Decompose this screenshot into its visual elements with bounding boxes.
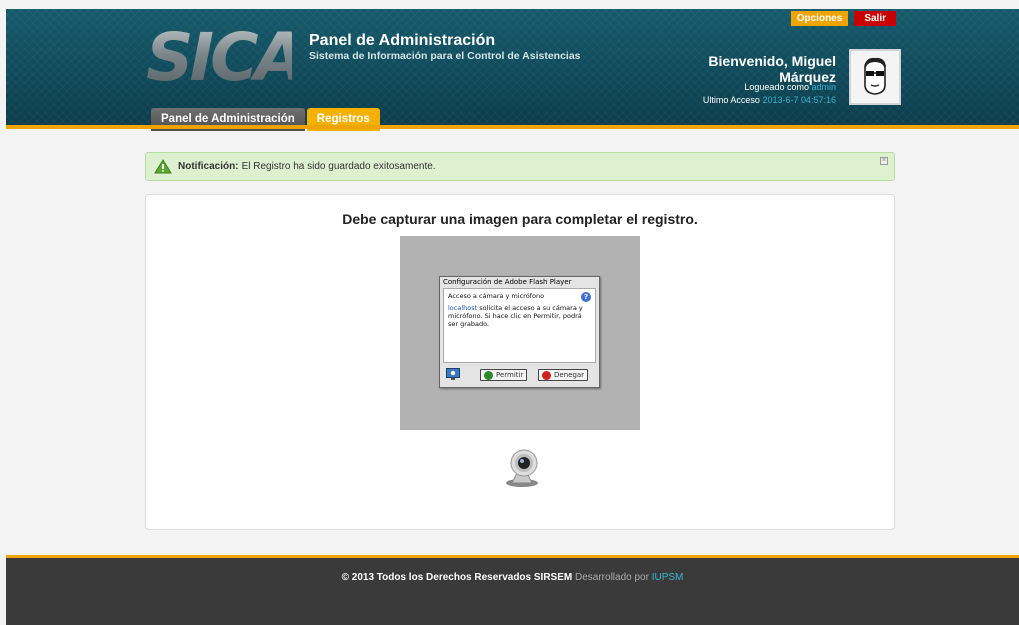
dialog-heading: Acceso a cámara y micrófono [448,292,545,300]
capture-title: Debe capturar una imagen para completar … [342,211,698,227]
logged-as-user-link[interactable]: admin [811,82,836,92]
dialog-body: Acceso a cámara y micrófono ? localhost … [443,288,596,363]
dialog-title: Configuración de Adobe Flash Player [443,278,572,286]
tab-registros[interactable]: Registros [306,108,380,131]
deny-label: Denegar [554,371,585,379]
last-access-line: Ultimo Acceso 2013-6-7 04:57:16 [646,95,836,105]
notification-label: Notificación: [178,161,239,172]
notification-message: El Registro ha sido guardado exitosament… [241,161,436,172]
help-icon[interactable]: ? [581,292,591,302]
top-buttons: Opciones Salir [790,11,896,26]
sica-logo: SICA [146,19,306,96]
logged-as-line: Logueado como admin [646,82,836,92]
tab-panel-administracion[interactable]: Panel de Administración [151,108,305,131]
webcam-icon[interactable] [498,445,546,489]
main-tabs: Panel de Administración Registros [151,108,380,131]
panel-subtitle: Sistema de Información para el Control d… [309,50,581,62]
logout-button[interactable]: Salir [854,11,896,26]
header: SICA Panel de Administración Sistema de … [6,9,1019,131]
footer: © 2013 Todos los Derechos Reservados SIR… [6,555,1019,625]
last-access-prefix: Ultimo Acceso [702,95,760,105]
success-notification: Notificación: El Registro ha sido guarda… [145,152,895,181]
avatar[interactable] [849,49,901,105]
footer-developed-by: Desarrollado por [575,572,649,583]
footer-copyright: © 2013 Todos los Derechos Reservados SIR… [341,572,573,583]
monitor-settings-icon[interactable] [446,368,460,381]
flash-camera-area: Configuración de Adobe Flash Player Acce… [400,236,640,430]
check-icon [484,371,493,380]
allow-button[interactable]: Permitir [480,369,528,381]
stop-icon [542,371,551,380]
user-avatar-icon [857,57,893,97]
dialog-actions: Permitir Denegar [444,367,595,383]
options-button[interactable]: Opciones [790,11,849,26]
flash-settings-dialog: Configuración de Adobe Flash Player Acce… [439,276,600,388]
footer-developer-link[interactable]: IUPSM [652,572,684,583]
footer-text: © 2013 Todos los Derechos Reservados SIR… [6,572,1019,583]
logged-as-prefix: Logueado como [744,82,809,92]
main-card: Debe capturar una imagen para completar … [145,194,895,530]
warning-triangle-icon [154,159,172,174]
panel-title: Panel de Administración [309,32,496,49]
deny-button[interactable]: Denegar [538,369,589,381]
close-icon[interactable]: × [880,157,888,165]
last-access-value: 2013-6-7 04:57:16 [762,95,836,105]
welcome-text: Bienvenido, Miguel Márquez [708,53,836,85]
dialog-host: localhost [448,304,478,312]
allow-label: Permitir [496,371,524,379]
